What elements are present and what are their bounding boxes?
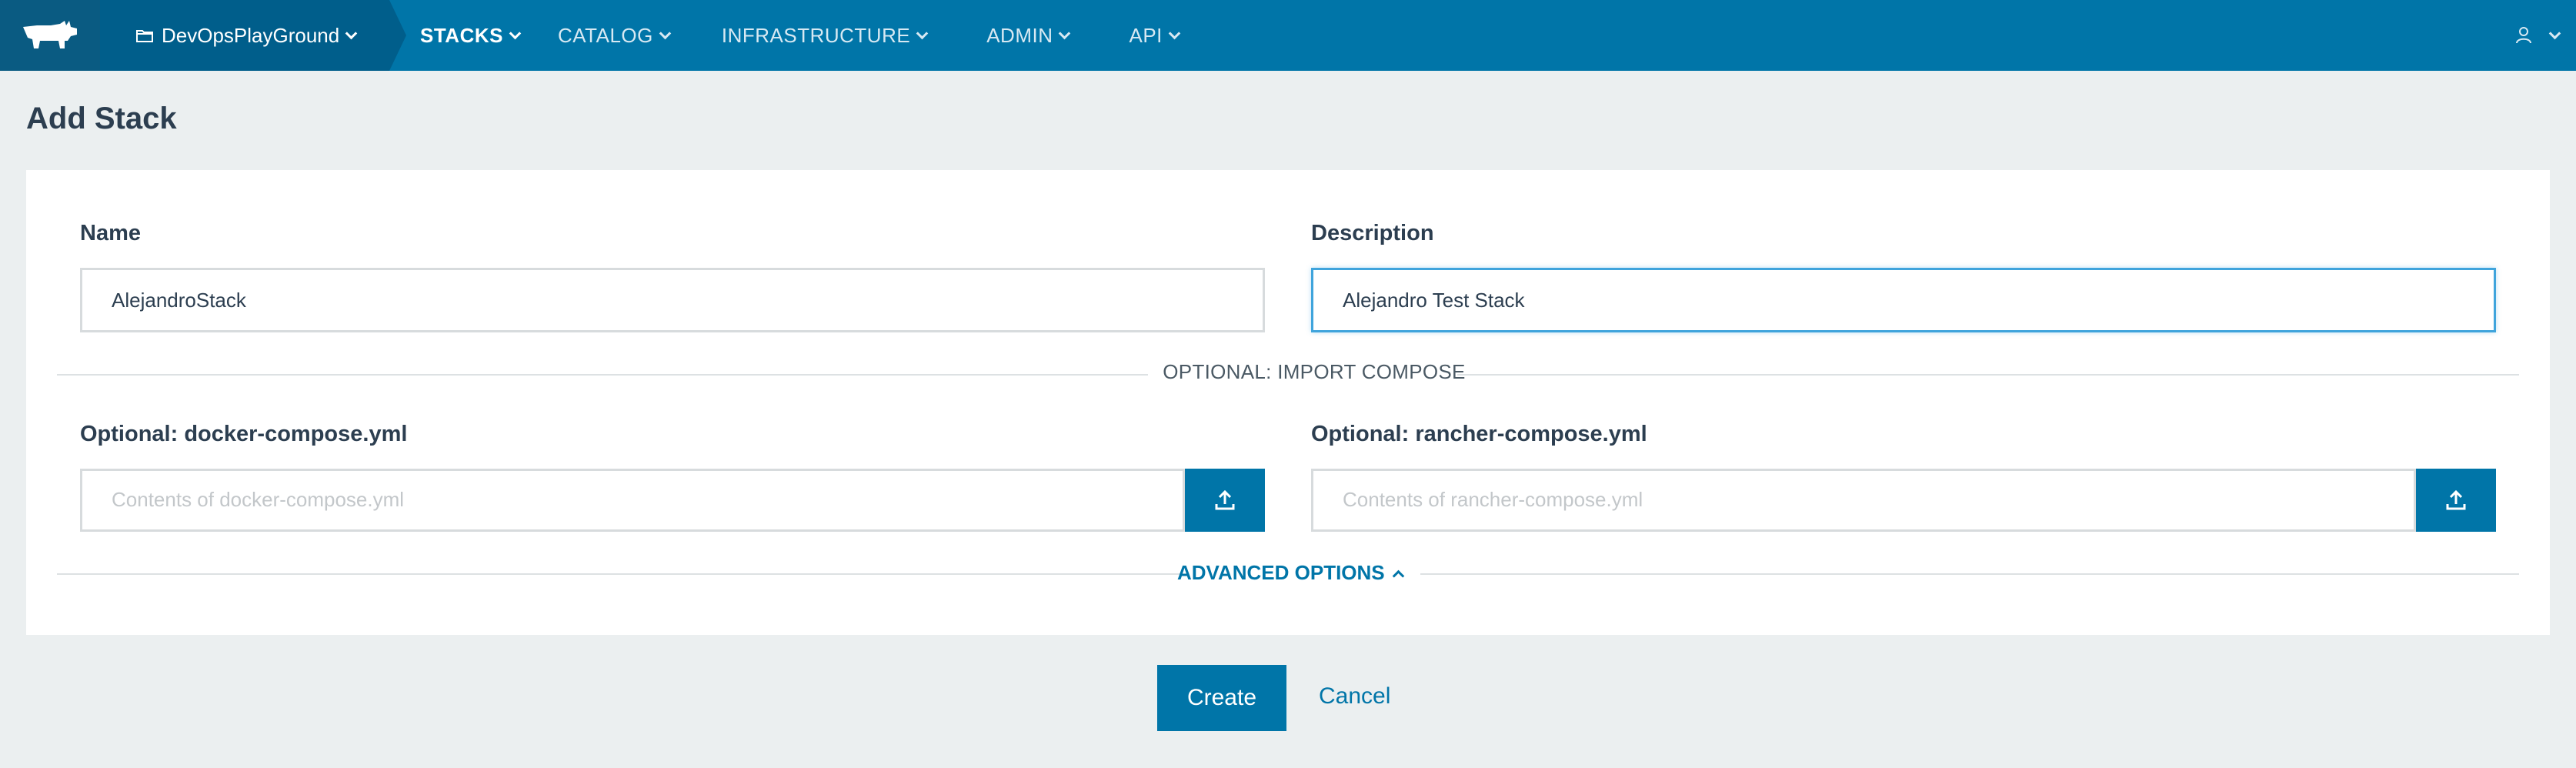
upload-icon: [1215, 489, 1235, 510]
menu-api-label: API: [1129, 23, 1163, 47]
chevron-down-icon: [1059, 27, 1071, 39]
menu-api[interactable]: API: [1129, 23, 1181, 48]
rancher-logo[interactable]: [0, 0, 100, 71]
chevron-down-icon: [1168, 27, 1181, 39]
create-button[interactable]: Create: [1157, 665, 1286, 731]
divider-line: [1420, 573, 2519, 575]
docker-compose-textarea[interactable]: [80, 469, 1185, 532]
advanced-options-label: ADVANCED OPTIONS: [1177, 561, 1385, 584]
rancher-compose-upload-button[interactable]: [2416, 469, 2496, 532]
menu-admin[interactable]: ADMIN: [986, 23, 1071, 48]
description-input[interactable]: [1311, 268, 2496, 332]
cancel-link[interactable]: Cancel: [1319, 683, 1390, 710]
docker-compose-label: Optional: docker-compose.yml: [80, 422, 408, 446]
chevron-down-icon: [916, 27, 929, 39]
page-title: Add Stack: [26, 102, 177, 135]
top-nav: DevOpsPlayGround STACKS CATALOG INFRASTR…: [0, 0, 2576, 71]
menu-infrastructure-label: INFRASTRUCTURE: [721, 23, 911, 47]
advanced-options-toggle[interactable]: ADVANCED OPTIONS: [1177, 561, 1404, 585]
divider-line: [1457, 374, 2519, 376]
menu-admin-label: ADMIN: [986, 23, 1053, 47]
menu-catalog[interactable]: CATALOG: [557, 23, 672, 48]
import-compose-divider: OPTIONAL: IMPORT COMPOSE: [1163, 360, 1466, 383]
chevron-down-icon: [509, 27, 522, 39]
folder-icon: [136, 30, 153, 42]
rancher-compose-label: Optional: rancher-compose.yml: [1311, 422, 1647, 446]
environment-name: DevOpsPlayGround: [162, 23, 340, 47]
description-label: Description: [1311, 221, 1434, 245]
rancher-compose-textarea[interactable]: [1311, 469, 2416, 532]
chevron-down-icon: [345, 27, 358, 39]
name-input[interactable]: [80, 268, 1265, 332]
main-menu: STACKS CATALOG INFRASTRUCTURE ADMIN API: [389, 0, 1181, 71]
docker-compose-upload-button[interactable]: [1185, 469, 1265, 532]
divider-line: [57, 573, 1186, 575]
menu-infrastructure[interactable]: INFRASTRUCTURE: [721, 23, 929, 48]
cow-logo-icon: [23, 21, 77, 48]
user-icon: [2516, 27, 2531, 44]
name-label: Name: [80, 221, 141, 245]
chevron-down-icon: [2548, 27, 2561, 39]
menu-stacks[interactable]: STACKS: [420, 23, 522, 48]
divider-line: [57, 374, 1148, 376]
user-menu[interactable]: [2515, 0, 2561, 71]
chevron-down-icon: [659, 27, 672, 39]
menu-stacks-label: STACKS: [420, 23, 503, 47]
add-stack-form: Name Description OPTIONAL: IMPORT COMPOS…: [26, 170, 2550, 635]
chevron-up-icon: [1392, 569, 1404, 583]
upload-icon: [2446, 489, 2466, 510]
environment-selector[interactable]: DevOpsPlayGround: [100, 0, 406, 71]
menu-catalog-label: CATALOG: [557, 23, 653, 47]
